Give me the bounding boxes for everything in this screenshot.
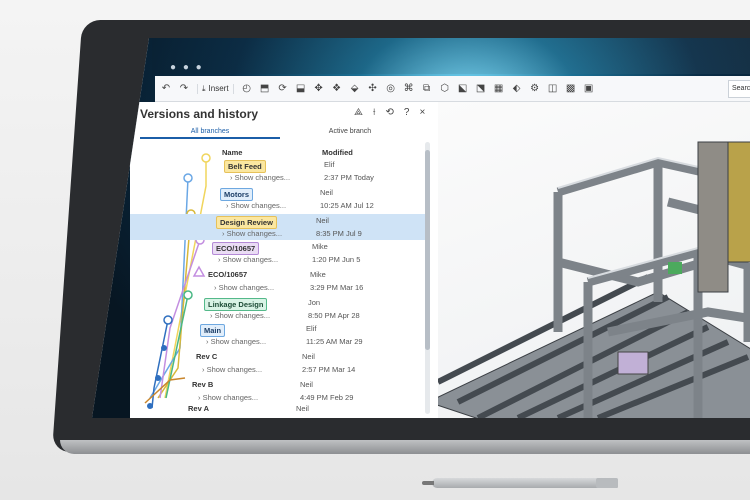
- version-name: Rev A: [188, 404, 209, 413]
- modified-by: Neil: [320, 188, 333, 197]
- tablet-screen: ● ● ● ↶ ↷ ⤓ Insert ◴ ⬒ ⟳ ⬓ ✥ ❖ ⬙ ✣ ◎ ⌘ ⧉…: [92, 38, 750, 418]
- modified-time: 8:35 PM Jul 9: [316, 229, 362, 238]
- show-changes-link[interactable]: › Show changes...: [226, 201, 286, 210]
- list-item-selected[interactable]: Design Review › Show changes... Neil 8:3…: [130, 214, 430, 240]
- boolean-icon[interactable]: ⬕: [458, 83, 468, 94]
- restore-icon[interactable]: ⟲: [385, 107, 393, 118]
- scrollbar-thumb[interactable]: [425, 150, 430, 350]
- mate-icon[interactable]: ⬖: [512, 83, 522, 94]
- list-item[interactable]: Belt Feed › Show changes... Elif 2:37 PM…: [130, 160, 430, 186]
- sweep-icon[interactable]: ⬓: [296, 83, 306, 94]
- insert-button[interactable]: ⤓ Insert: [197, 83, 234, 94]
- create-version-icon[interactable]: ⟁: [354, 107, 363, 118]
- panel-title: Versions and history: [140, 107, 259, 121]
- modified-time: 2:57 PM Mar 14: [302, 365, 356, 374]
- list-item[interactable]: ECO/10657 › Show changes... Mike 1:20 PM…: [130, 242, 430, 268]
- tab-all-branches[interactable]: All branches: [140, 128, 280, 139]
- branch-tag: Belt Feed: [224, 160, 266, 173]
- branch-tag: Main: [200, 324, 226, 337]
- stylus-pen: [422, 478, 618, 488]
- version-name: ECO/10657: [208, 270, 248, 279]
- modified-by: Neil: [302, 352, 315, 361]
- version-name: Rev C: [196, 352, 218, 361]
- modified-time: 11:25 AM Mar 29: [306, 337, 363, 346]
- tablet-edge: [60, 440, 750, 454]
- split-icon[interactable]: ⬔: [476, 83, 486, 94]
- version-name: Rev B: [192, 380, 214, 389]
- panel-tools: ⟁ ⟊ ⟲ ? ×: [354, 107, 425, 118]
- window-titlebar: [152, 38, 750, 74]
- list-item[interactable]: Motors › Show changes... Neil 10:25 AM J…: [130, 188, 430, 214]
- more-icon[interactable]: ▣: [584, 83, 594, 94]
- show-changes-link[interactable]: › Show changes...: [210, 311, 270, 320]
- sketch-icon[interactable]: ◴: [242, 83, 252, 94]
- modified-by: Neil: [296, 404, 309, 413]
- modified-by: Mike: [312, 242, 328, 251]
- fillet-icon[interactable]: ❖: [332, 83, 342, 94]
- list-item[interactable]: Linkage Design › Show changes... Jon 8:5…: [130, 298, 430, 324]
- list-item[interactable]: Rev A Neil: [130, 404, 430, 418]
- chamfer-icon[interactable]: ⬙: [350, 83, 360, 94]
- list-item[interactable]: Main › Show changes... Elif 11:25 AM Mar…: [130, 324, 430, 350]
- branch-tag: ECO/10657: [212, 242, 260, 255]
- branch-tag: Motors: [220, 188, 253, 201]
- list-item[interactable]: Rev C › Show changes... Neil 2:57 PM Mar…: [130, 352, 430, 378]
- list-item[interactable]: Rev B › Show changes... Neil 4:49 PM Feb…: [130, 380, 430, 406]
- show-changes-link[interactable]: › Show changes...: [206, 337, 266, 346]
- shell-icon[interactable]: ✣: [368, 83, 378, 94]
- branch-tabs: All branches Active branch: [130, 128, 430, 142]
- close-icon[interactable]: ×: [419, 107, 425, 118]
- show-changes-link[interactable]: › Show changes...: [230, 173, 290, 182]
- redo-icon[interactable]: ↷: [179, 83, 189, 94]
- list-item[interactable]: ECO/10657 › Show changes... Mike 3:29 PM…: [130, 270, 430, 296]
- grid-icon[interactable]: ▩: [566, 83, 576, 94]
- modified-time: 1:20 PM Jun 5: [312, 255, 361, 264]
- insert-label: Insert: [208, 84, 229, 93]
- show-changes-link[interactable]: › Show changes...: [222, 229, 282, 238]
- show-changes-link[interactable]: › Show changes...: [198, 393, 258, 402]
- insert-icon: ⤓: [202, 83, 206, 93]
- panel-scrollbar[interactable]: [425, 142, 430, 414]
- pattern-icon[interactable]: ⌘: [404, 83, 414, 94]
- hole-icon[interactable]: ◎: [386, 83, 396, 94]
- show-changes-link[interactable]: › Show changes...: [218, 255, 278, 264]
- modified-time: 2:37 PM Today: [324, 173, 374, 182]
- mirror-icon[interactable]: ⧉: [422, 83, 432, 94]
- frame-icon[interactable]: ◫: [548, 83, 558, 94]
- loft-icon[interactable]: ✥: [314, 83, 324, 94]
- extrude-icon[interactable]: ⬒: [260, 83, 270, 94]
- window-controls[interactable]: ● ● ●: [170, 62, 204, 73]
- conveyor-assembly-model[interactable]: [438, 102, 750, 418]
- branch-tag: Design Review: [216, 216, 277, 229]
- revolve-icon[interactable]: ⟳: [278, 83, 288, 94]
- column-header-modified[interactable]: Modified: [322, 148, 353, 157]
- help-icon[interactable]: ?: [404, 107, 410, 118]
- branch-tag: Linkage Design: [204, 298, 268, 311]
- modified-by: Neil: [300, 380, 313, 389]
- modified-by: Mike: [310, 270, 326, 279]
- modified-by: Elif: [306, 324, 317, 333]
- show-changes-link[interactable]: › Show changes...: [202, 365, 262, 374]
- modified-time: 3:29 PM Mar 16: [310, 283, 364, 292]
- modified-by: Elif: [324, 160, 335, 169]
- create-branch-icon[interactable]: ⟊: [373, 107, 376, 118]
- modified-by: Neil: [316, 216, 329, 225]
- modified-time: 4:49 PM Feb 29: [300, 393, 354, 402]
- gear-icon[interactable]: ⚙: [530, 83, 540, 94]
- transform-icon[interactable]: ⬡: [440, 83, 450, 94]
- stylus-tip: [422, 481, 434, 485]
- search-input[interactable]: Search t: [728, 80, 750, 98]
- plane-icon[interactable]: ▦: [494, 83, 504, 94]
- stylus-cap: [596, 478, 618, 488]
- main-toolbar: ↶ ↷ ⤓ Insert ◴ ⬒ ⟳ ⬓ ✥ ❖ ⬙ ✣ ◎ ⌘ ⧉ ⬡ ⬕ ⬔…: [155, 76, 750, 102]
- undo-icon[interactable]: ↶: [161, 83, 171, 94]
- modified-time: 10:25 AM Jul 12: [320, 201, 374, 210]
- modified-by: Jon: [308, 298, 321, 307]
- versions-panel: Versions and history ⟁ ⟊ ⟲ ? × All branc…: [130, 102, 439, 418]
- tab-active-branch[interactable]: Active branch: [280, 128, 420, 135]
- modified-time: 8:50 PM Apr 28: [308, 311, 360, 320]
- show-changes-link[interactable]: › Show changes...: [214, 283, 274, 292]
- cad-viewport[interactable]: [438, 102, 750, 418]
